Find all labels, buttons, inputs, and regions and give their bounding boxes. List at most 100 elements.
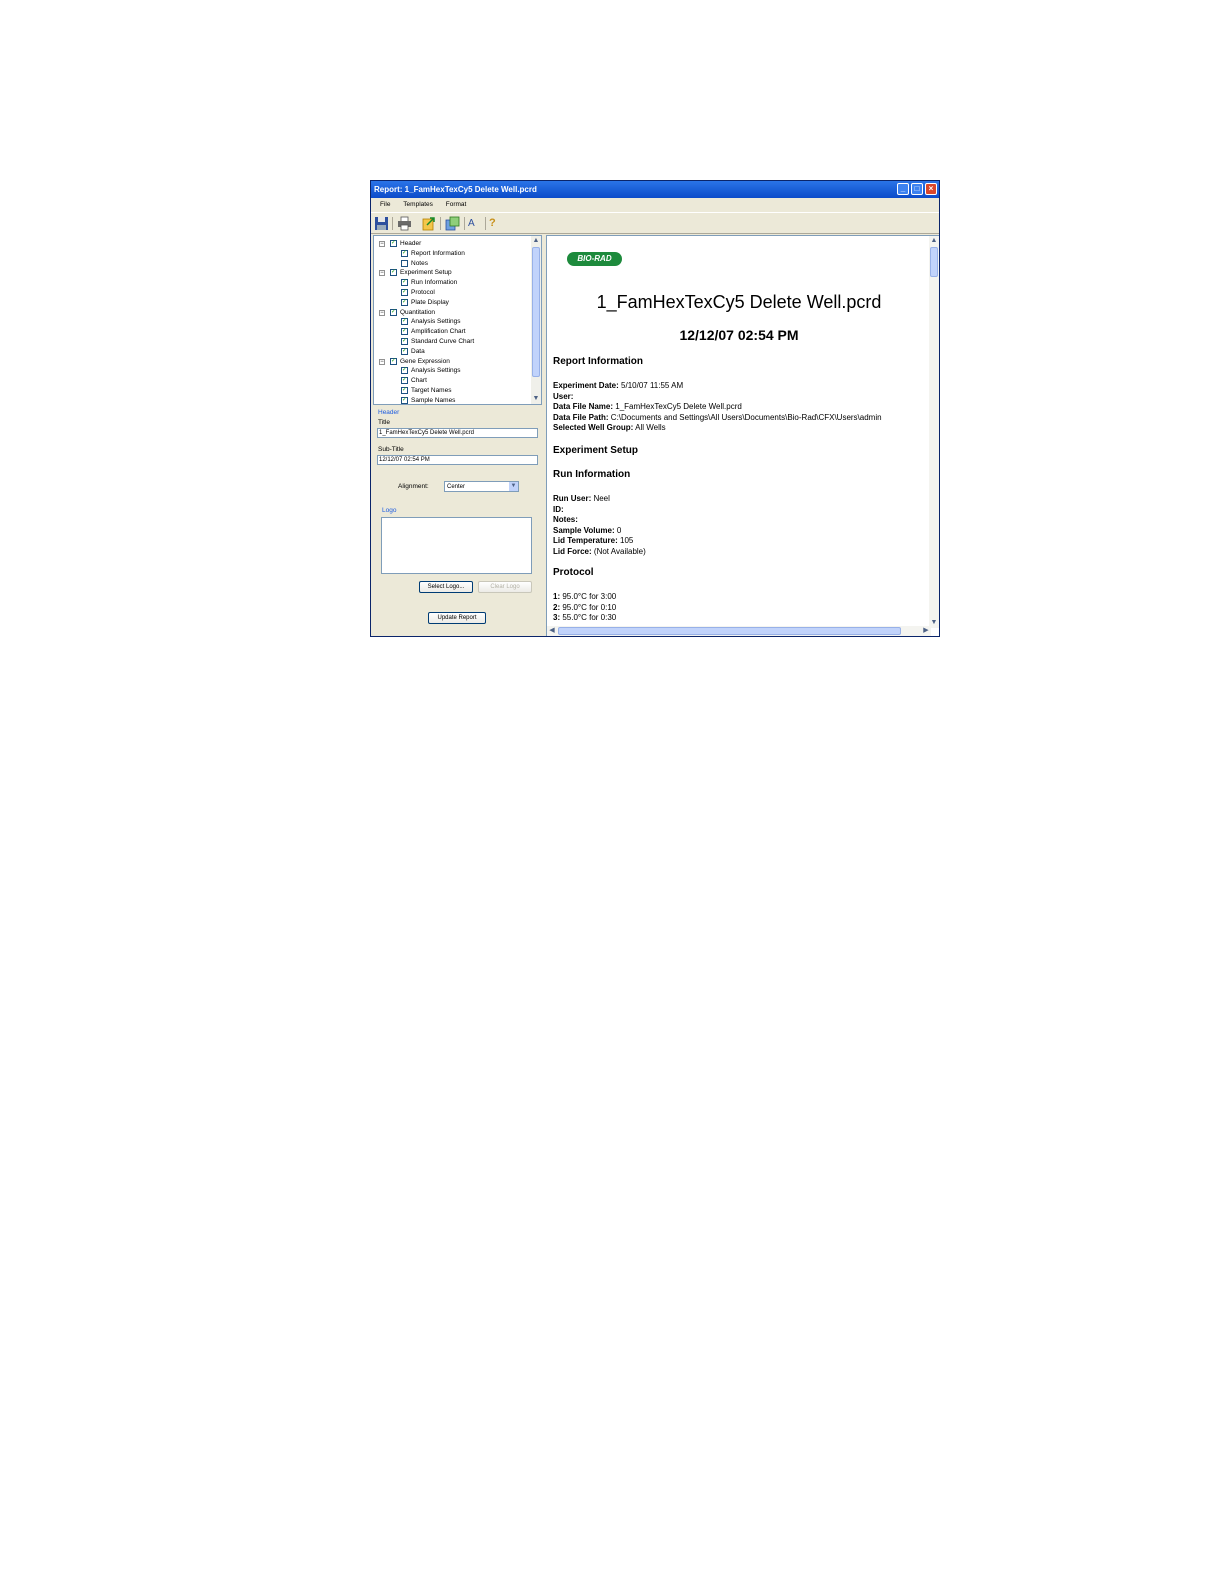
tree-item-label: Quantitation bbox=[400, 308, 436, 316]
window-title: Report: 1_FamHexTexCy5 Delete Well.pcrd bbox=[374, 185, 537, 194]
tree-item[interactable]: ✓ Analysis Settings bbox=[374, 317, 529, 327]
checkbox[interactable]: ✓ bbox=[401, 318, 408, 326]
tree-item[interactable]: ✓ Run Information bbox=[374, 278, 529, 288]
tree-item-label: Header bbox=[400, 240, 422, 247]
protocol-step-value: 95.0°C for 0:10 bbox=[560, 602, 617, 612]
collapse-icon[interactable]: − bbox=[379, 241, 385, 247]
title-bar[interactable]: Report: 1_FamHexTexCy5 Delete Well.pcrd … bbox=[371, 181, 939, 198]
clear-logo-button[interactable]: Clear Logo bbox=[478, 581, 532, 593]
scroll-up-icon[interactable]: ▲ bbox=[531, 236, 541, 246]
checkbox[interactable]: ✓ bbox=[390, 269, 397, 277]
header-group-label: Header bbox=[378, 409, 400, 416]
run-info-line-label: Notes bbox=[553, 515, 576, 524]
tree-item[interactable]: ✓ Target Names bbox=[374, 386, 529, 396]
tree-item[interactable]: ✓ Analysis Settings bbox=[374, 366, 529, 376]
tree-item-label: Chart bbox=[411, 377, 427, 385]
tree-item-label: Amplification Chart bbox=[411, 328, 466, 336]
checkbox[interactable]: ✓ bbox=[401, 347, 408, 355]
subtitle-input[interactable]: 12/12/07 02:54 PM bbox=[377, 455, 538, 465]
close-button[interactable]: × bbox=[925, 183, 937, 195]
protocol-step-value: 95.0°C for 3:00 bbox=[560, 592, 617, 601]
scroll-up-icon[interactable]: ▲ bbox=[929, 236, 939, 246]
report-info-line-label: Data File Name bbox=[553, 402, 611, 411]
bio-rad-logo: BIO-RAD bbox=[567, 252, 622, 266]
report-info-line: Data File Name: 1_FamHexTexCy5 Delete We… bbox=[553, 402, 742, 411]
collapse-icon[interactable]: − bbox=[379, 309, 385, 316]
collapse-icon[interactable]: − bbox=[379, 358, 385, 365]
tree-item[interactable]: ✓ Sample Names bbox=[374, 396, 529, 404]
report-info-line-label: Experiment Date bbox=[553, 381, 617, 390]
tree-item-label: Notes bbox=[411, 259, 428, 267]
tree-item[interactable]: Notes bbox=[374, 259, 529, 269]
checkbox[interactable]: ✓ bbox=[401, 387, 408, 394]
menu-format[interactable]: Format bbox=[446, 201, 467, 208]
report-info-line-label: Selected Well Group bbox=[553, 423, 631, 432]
tree-item[interactable]: ✓ Chart bbox=[374, 376, 529, 386]
report-info-line-value: 1_FamHexTexCy5 Delete Well.pcrd bbox=[613, 402, 742, 411]
checkbox[interactable]: ✓ bbox=[401, 377, 408, 385]
scroll-left-icon[interactable]: ◀ bbox=[547, 626, 557, 636]
alignment-value: Center bbox=[447, 484, 466, 490]
report-info-line-label: Data File Path bbox=[553, 412, 606, 422]
tree-item[interactable]: − ✓ Quantitation bbox=[374, 308, 529, 318]
checkbox[interactable]: ✓ bbox=[401, 328, 408, 336]
report-hscroll-thumb[interactable] bbox=[558, 627, 901, 635]
protocol-step-value: 55.0°C for 0:30 bbox=[560, 613, 617, 622]
update-report-button[interactable]: Update Report bbox=[428, 612, 486, 624]
run-info-line-label: ID bbox=[553, 504, 561, 514]
tree-item[interactable]: ✓ Standard Curve Chart bbox=[374, 337, 529, 347]
report-horizontal-scrollbar[interactable]: ◀ ▶ bbox=[547, 626, 931, 636]
report-window: Report: 1_FamHexTexCy5 Delete Well.pcrd … bbox=[370, 180, 940, 637]
tree-scroll-thumb[interactable] bbox=[532, 247, 540, 377]
chevron-down-icon[interactable]: ▼ bbox=[509, 482, 518, 491]
tree-item[interactable]: ✓ Plate Display bbox=[374, 298, 529, 308]
title-label: Title bbox=[378, 419, 391, 426]
checkbox[interactable]: ✓ bbox=[390, 240, 397, 247]
tree-item[interactable]: − ✓ Header bbox=[374, 239, 529, 249]
maximize-button[interactable]: □ bbox=[911, 183, 923, 195]
print-icon[interactable] bbox=[397, 216, 412, 231]
run-info-line-label: Lid Temperature bbox=[553, 536, 616, 545]
collapse-icon[interactable]: − bbox=[379, 270, 385, 277]
save-icon[interactable] bbox=[374, 216, 389, 231]
tree-item[interactable]: ✓ Data bbox=[374, 347, 529, 357]
checkbox[interactable]: ✓ bbox=[401, 396, 408, 404]
checkbox[interactable]: ✓ bbox=[401, 279, 408, 287]
font-icon[interactable]: A bbox=[468, 216, 483, 231]
scroll-down-icon[interactable]: ▼ bbox=[531, 394, 541, 404]
run-info-line-value: Neel bbox=[591, 494, 610, 503]
export-icon[interactable] bbox=[421, 216, 436, 231]
checkbox[interactable]: ✓ bbox=[401, 298, 408, 306]
tree-item[interactable]: ✓ Protocol bbox=[374, 288, 529, 298]
menu-templates[interactable]: Templates bbox=[403, 201, 433, 208]
tree-item[interactable]: ✓ Amplification Chart bbox=[374, 327, 529, 337]
tree-item[interactable]: − ✓ Gene Expression bbox=[374, 357, 529, 367]
tree-item[interactable]: ✓ Report Information bbox=[374, 249, 529, 259]
checkbox[interactable]: ✓ bbox=[390, 357, 397, 365]
menu-file[interactable]: File bbox=[380, 201, 390, 208]
tree-item-label: Gene Expression bbox=[400, 357, 450, 365]
select-logo-button[interactable]: Select Logo... bbox=[419, 581, 473, 593]
tree-item[interactable]: − ✓ Experiment Setup bbox=[374, 268, 529, 278]
menu-bar: File Templates Format bbox=[371, 198, 939, 212]
checkbox[interactable]: ✓ bbox=[401, 367, 408, 375]
title-input[interactable]: 1_FamHexTexCy5 Delete Well.pcrd bbox=[377, 428, 538, 438]
checkbox[interactable]: ✓ bbox=[390, 308, 397, 316]
tree-item-label: Target Names bbox=[411, 387, 452, 394]
minimize-button[interactable]: _ bbox=[897, 183, 909, 195]
run-info-line-label: Lid Force bbox=[553, 546, 590, 556]
template-icon[interactable] bbox=[445, 216, 460, 231]
scroll-right-icon[interactable]: ▶ bbox=[921, 626, 931, 636]
checkbox[interactable]: ✓ bbox=[401, 338, 408, 345]
alignment-select[interactable]: Center ▼ bbox=[444, 481, 519, 492]
help-icon[interactable]: ? bbox=[489, 216, 504, 231]
report-vertical-scrollbar[interactable]: ▲ ▼ bbox=[929, 236, 939, 628]
checkbox[interactable]: ✓ bbox=[401, 289, 408, 296]
run-info-line: Run User: Neel bbox=[553, 494, 610, 503]
checkbox[interactable]: ✓ bbox=[401, 249, 408, 257]
tree-scrollbar[interactable]: ▲ ▼ bbox=[531, 236, 541, 404]
run-info-line: Lid Force: (Not Available) bbox=[553, 546, 646, 556]
checkbox[interactable] bbox=[401, 259, 408, 267]
protocol-step: 2: 95.0°C for 0:10 bbox=[553, 602, 617, 612]
report-vscroll-thumb[interactable] bbox=[930, 247, 938, 277]
